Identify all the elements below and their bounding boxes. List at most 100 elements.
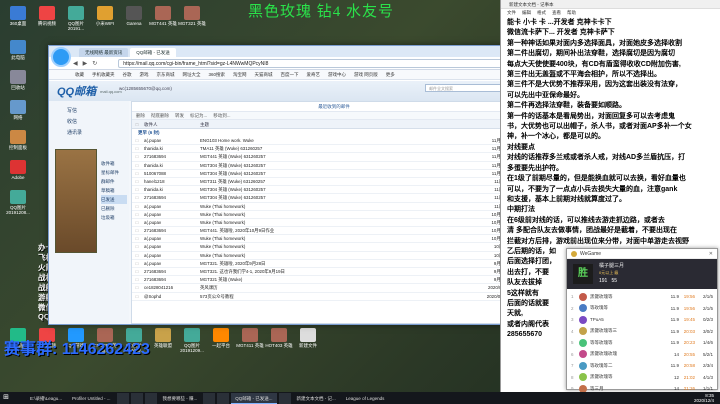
- bookmark-item[interactable]: 百度一下: [281, 72, 299, 78]
- desktop-icon[interactable]: QQ图片 20191208...: [4, 190, 32, 215]
- row-checkbox[interactable]: □: [132, 170, 142, 177]
- row-checkbox[interactable]: □: [132, 293, 142, 300]
- row-checkbox[interactable]: □: [132, 268, 142, 275]
- taskbar-item[interactable]: E:\录播\Leagu...: [26, 393, 66, 404]
- list-notice[interactable]: 最近收到的邮件: [132, 102, 536, 112]
- table-row[interactable]: □thanida.kiMGT304 英雄 (Wuke) 63126025711月…: [132, 162, 536, 170]
- taskbar-item[interactable]: 我想要哪些 - 赚...: [159, 393, 202, 404]
- table-row[interactable]: □271683694MGT321 英雄 (Wuke)9月15日☆: [132, 276, 536, 285]
- row-checkbox[interactable]: □: [132, 186, 142, 193]
- bookmark-item[interactable]: 360搜索: [209, 72, 226, 78]
- table-row[interactable]: □a(.pupavWuke (Thai homework)10月5日☆: [132, 252, 536, 260]
- desktop-icon[interactable]: MGT441 英雄: [149, 6, 177, 26]
- row-checkbox[interactable]: □: [132, 153, 142, 160]
- notepad-menu-item[interactable]: 查看: [552, 9, 561, 16]
- bookmark-item[interactable]: 天猫商城: [255, 72, 273, 78]
- table-row[interactable]: □271683694MGT321. 这也许我们学4-1, 2020年9月19日9…: [132, 268, 536, 277]
- row-checkbox[interactable]: □: [132, 260, 142, 267]
- desktop-icon[interactable]: 新建文件: [294, 328, 322, 348]
- bookmark-item[interactable]: 更多: [386, 72, 395, 78]
- row-checkbox[interactable]: □: [132, 219, 142, 226]
- table-row[interactable]: □thanida.kiMGT304 英雄 (Wuke) 63126025711月…: [132, 186, 536, 195]
- table-row[interactable]: □510067088MGT304 英雄 (Wuke) 63126025711月1…: [132, 170, 536, 178]
- row-checkbox[interactable]: □: [132, 178, 142, 185]
- notepad-menu-item[interactable]: 帮助: [567, 9, 576, 16]
- row-checkbox[interactable]: □: [132, 276, 142, 283]
- table-row[interactable]: □a(.pupavWuke (Thai homework)11月3日☆: [132, 203, 536, 211]
- row-checkbox[interactable]: □: [132, 162, 142, 169]
- folder-item[interactable]: 收件箱: [101, 159, 127, 168]
- taskbar-item[interactable]: Profiler Untitled - ...: [68, 393, 115, 404]
- table-row[interactable]: □a(.pupavENG103 Home work. Wuke11月17日☆: [132, 137, 536, 146]
- table-row[interactable]: □a(.pupavWuke (Thai homework)10月28日☆: [132, 211, 536, 219]
- bookmark-item[interactable]: 爱奇艺: [307, 72, 321, 78]
- back-icon[interactable]: ◀: [73, 60, 78, 67]
- header-subject[interactable]: 主题: [196, 120, 462, 128]
- taskbar-item[interactable]: 新建文本文档 - 记...: [293, 393, 340, 404]
- taskbar-item[interactable]: [130, 392, 143, 404]
- player-row[interactable]: 4 黑键玫瑰等三 11.9 20:03 3/0/2: [571, 326, 713, 338]
- toolbar-button[interactable]: 彻底删除: [151, 112, 169, 119]
- folder-item[interactable]: 已发送: [101, 195, 127, 204]
- browser-logo-icon[interactable]: [51, 47, 71, 67]
- row-checkbox[interactable]: □: [132, 235, 142, 242]
- desktop-icon[interactable]: QQ图片 20191209...: [178, 328, 206, 353]
- table-row[interactable]: □271683694MGT304 英雄 (Wuke) 63126025711月5…: [132, 194, 536, 203]
- bookmark-item[interactable]: 京东商城: [157, 72, 175, 78]
- select-all-checkbox[interactable]: □: [132, 120, 142, 128]
- bookmark-item[interactable]: 游戏中心: [328, 72, 346, 78]
- notepad-menu-item[interactable]: 格式: [537, 9, 546, 16]
- folder-item[interactable]: 群邮件: [101, 177, 127, 186]
- table-row[interactable]: □thanida.kiTMA11 英雄 (Wuke) 63126025711月1…: [132, 145, 536, 154]
- taskbar-item[interactable]: [116, 392, 129, 404]
- table-row[interactable]: □271683694MGT441. 英雄啦, 2020年10月9日作业10月13…: [132, 227, 536, 236]
- notepad-menu-item[interactable]: 文件: [507, 9, 516, 16]
- close-icon[interactable]: ✕: [709, 251, 717, 257]
- player-row[interactable]: 1 黑键玫瑰等 11.9 19:56 2/1/5: [571, 291, 713, 303]
- tab-news[interactable]: 无线网络 最新资讯: [79, 48, 129, 57]
- taskbar-item[interactable]: League of Legends: [342, 393, 389, 404]
- player-row[interactable]: 6 黑键玫瑰玫瑰 14 20:55 5/2/1: [571, 349, 713, 361]
- table-row[interactable]: □a(.pupavWuke (Thai homework)10月6日☆: [132, 243, 536, 252]
- player-row[interactable]: 8 黑键玫瑰等 12 21:02 4/1/3: [571, 372, 713, 384]
- bookmark-item[interactable]: 网址大全: [183, 72, 201, 78]
- avatar[interactable]: 胜: [573, 264, 593, 284]
- inbox-button[interactable]: 收信: [49, 116, 129, 127]
- row-checkbox[interactable]: □: [132, 194, 142, 201]
- desktop-icon[interactable]: HOT403 英雄: [265, 328, 293, 348]
- tab-qqmail[interactable]: QQ邮箱 - 已发送: [130, 48, 176, 57]
- desktop-icon[interactable]: 控制面板: [4, 130, 32, 150]
- row-checkbox[interactable]: □: [132, 137, 142, 144]
- row-checkbox[interactable]: □: [132, 284, 142, 291]
- table-row[interactable]: □ce1828041216英风课历2020/07/27☆: [132, 284, 536, 293]
- row-checkbox[interactable]: □: [132, 211, 142, 218]
- bookmark-item[interactable]: 淘宝网: [233, 72, 247, 78]
- url-input[interactable]: https://mail.qq.com/cgi-bin/frame_html?s…: [118, 58, 529, 68]
- mail-logo[interactable]: QQ邮箱: [57, 83, 96, 99]
- taskbar-item[interactable]: QQ邮箱 - 已发送...: [231, 392, 277, 404]
- desktop-icon[interactable]: 回收站: [4, 70, 32, 90]
- folder-item[interactable]: 已删除: [101, 204, 127, 213]
- taskbar-item[interactable]: [278, 392, 291, 404]
- desktop-icon[interactable]: 一起平台: [207, 328, 235, 348]
- row-checkbox[interactable]: □: [132, 252, 142, 259]
- player-row[interactable]: 7 等玫瑰等二 11.9 20:58 2/3/4: [571, 360, 713, 372]
- taskbar-item[interactable]: [217, 392, 230, 404]
- row-checkbox[interactable]: □: [132, 203, 142, 210]
- bookmark-item[interactable]: 游戏: [140, 72, 149, 78]
- desktop-icon[interactable]: 网络: [4, 100, 32, 120]
- bookmark-item[interactable]: 手机收藏夹: [92, 72, 115, 78]
- bookmark-item[interactable]: 游戏 网页版: [354, 72, 378, 78]
- group-label[interactable]: 更早 (6 封): [132, 129, 536, 137]
- taskbar-item[interactable]: [203, 392, 216, 404]
- folder-item[interactable]: 星标邮件: [101, 168, 127, 177]
- desktop-icon[interactable]: 腾讯视频: [33, 6, 61, 26]
- compose-button[interactable]: 写信: [49, 105, 129, 116]
- desktop-icon[interactable]: 小米WIFI: [91, 6, 119, 26]
- player-row[interactable]: 5 等等玫瑰等 11.9 20:23 1/4/6: [571, 337, 713, 349]
- toolbar-button[interactable]: 移动到...: [213, 112, 230, 119]
- row-checkbox[interactable]: □: [132, 243, 142, 250]
- taskbar-item[interactable]: [144, 392, 157, 404]
- contacts-button[interactable]: 通讯录: [49, 127, 129, 138]
- bookmark-item[interactable]: 收藏: [75, 72, 84, 78]
